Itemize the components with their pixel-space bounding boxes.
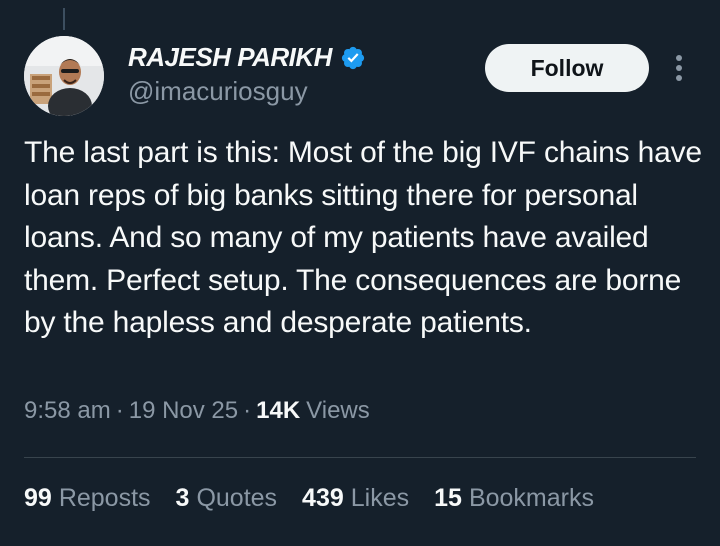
meta-separator: · [115, 397, 124, 424]
stat-reposts[interactable]: 99 Reposts [24, 484, 151, 513]
meta-separator: · [243, 397, 252, 424]
views-label: Views [306, 397, 370, 424]
author-name-row: RAJESH PARIKH [128, 42, 366, 73]
tweet-text: The last part is this: Most of the big I… [24, 136, 702, 339]
stat-bookmarks[interactable]: 15 Bookmarks [434, 484, 594, 513]
more-vertical-icon[interactable] [667, 52, 691, 84]
engagement-stats: 99 Reposts 3 Quotes 439 Likes 15 Bookmar… [24, 484, 619, 513]
reposts-label: Reposts [58, 484, 151, 512]
likes-count: 439 [302, 484, 344, 512]
verified-badge-icon[interactable] [340, 45, 366, 71]
reposts-count: 99 [24, 484, 52, 512]
divider [24, 457, 696, 458]
bookmarks-count: 15 [434, 484, 462, 512]
author-display-name[interactable]: RAJESH PARIKH [128, 42, 332, 73]
tweet-meta: 9:58 am · 19 Nov 25 · 14K Views [24, 397, 370, 425]
avatar-photo [24, 36, 104, 116]
thread-connector-line [63, 8, 65, 30]
likes-label: Likes [350, 484, 410, 512]
follow-button[interactable]: Follow [485, 44, 649, 92]
bookmarks-label: Bookmarks [468, 484, 594, 512]
quotes-label: Quotes [196, 484, 278, 512]
author-handle[interactable]: @imacuriosguy [128, 76, 308, 107]
stat-quotes[interactable]: 3 Quotes [176, 484, 278, 513]
quotes-count: 3 [175, 484, 190, 512]
views-count: 14K [256, 397, 301, 424]
tweet-date[interactable]: 19 Nov 25 [129, 397, 238, 425]
tweet-time[interactable]: 9:58 am [24, 397, 111, 425]
avatar[interactable] [24, 36, 104, 116]
stat-likes[interactable]: 439 Likes [302, 484, 409, 513]
